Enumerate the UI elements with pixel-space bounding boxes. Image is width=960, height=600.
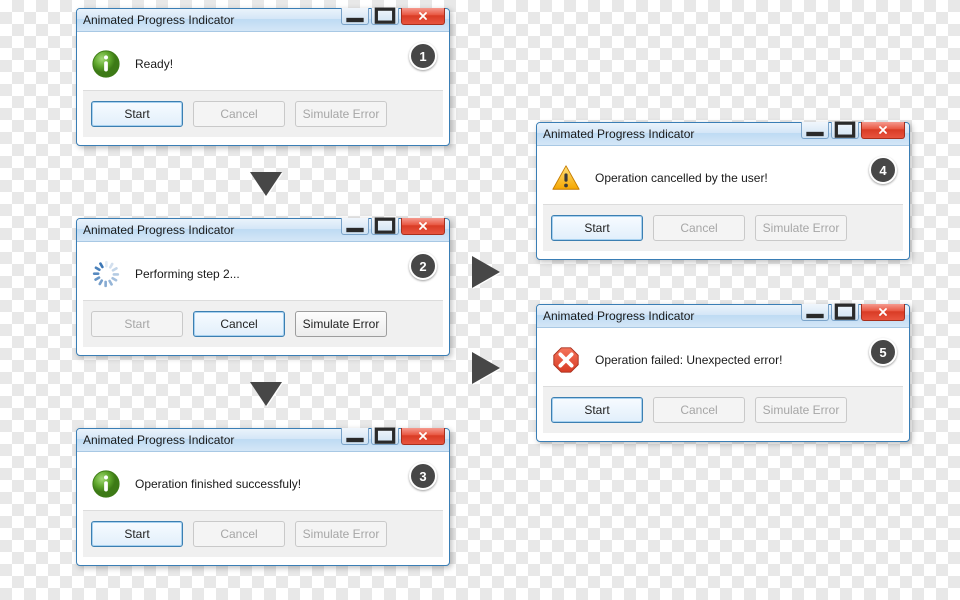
simulate-error-button: Simulate Error <box>755 215 847 241</box>
cancel-button[interactable]: Cancel <box>193 311 285 337</box>
status-message: Operation cancelled by the user! <box>595 171 768 185</box>
info-icon <box>91 469 121 499</box>
flow-arrow-down <box>248 170 284 200</box>
close-button[interactable] <box>861 304 905 321</box>
status-message: Operation finished successfuly! <box>135 477 301 491</box>
minimize-button[interactable] <box>801 122 829 139</box>
titlebar[interactable]: Animated Progress Indicator <box>77 9 449 32</box>
status-message: Operation failed: Unexpected error! <box>595 353 782 367</box>
close-button[interactable] <box>401 428 445 445</box>
state-number-badge: 3 <box>409 462 437 490</box>
window-title: Animated Progress Indicator <box>83 433 234 447</box>
button-row: Start Cancel Simulate Error <box>543 204 903 251</box>
client-area: Operation failed: Unexpected error! 5 Star… <box>537 328 909 441</box>
start-button[interactable]: Start <box>551 215 643 241</box>
state-number-badge: 4 <box>869 156 897 184</box>
simulate-error-button: Simulate Error <box>755 397 847 423</box>
content-area: Operation finished successfuly! 3 <box>83 458 443 510</box>
state-number-badge: 5 <box>869 338 897 366</box>
content-area: Operation failed: Unexpected error! 5 <box>543 334 903 386</box>
dialog-window-1: Animated Progress Indicator Ready! 1 Start C… <box>76 8 450 146</box>
client-area: Operation finished successfuly! 3 Start Can… <box>77 452 449 565</box>
button-row: Start Cancel Simulate Error <box>83 300 443 347</box>
minimize-button[interactable] <box>341 218 369 235</box>
maximize-button[interactable] <box>371 218 399 235</box>
content-area: Ready! 1 <box>83 38 443 90</box>
content-area: Performing step 2... 2 <box>83 248 443 300</box>
client-area: Operation cancelled by the user! 4 Start Ca… <box>537 146 909 259</box>
error-icon <box>551 345 581 375</box>
window-title: Animated Progress Indicator <box>83 13 234 27</box>
content-area: Operation cancelled by the user! 4 <box>543 152 903 204</box>
dialog-window-5: Animated Progress Indicator Operation fai… <box>536 304 910 442</box>
minimize-button[interactable] <box>341 8 369 25</box>
start-button[interactable]: Start <box>551 397 643 423</box>
maximize-button[interactable] <box>371 8 399 25</box>
cancel-button: Cancel <box>193 521 285 547</box>
minimize-button[interactable] <box>341 428 369 445</box>
cancel-button: Cancel <box>193 101 285 127</box>
state-number-badge: 2 <box>409 252 437 280</box>
close-button[interactable] <box>861 122 905 139</box>
titlebar[interactable]: Animated Progress Indicator <box>77 429 449 452</box>
window-title: Animated Progress Indicator <box>543 127 694 141</box>
start-button[interactable]: Start <box>91 101 183 127</box>
simulate-error-button[interactable]: Simulate Error <box>295 311 387 337</box>
state-number-badge: 1 <box>409 42 437 70</box>
dialog-window-4: Animated Progress Indicator Operation can… <box>536 122 910 260</box>
start-button[interactable]: Start <box>91 521 183 547</box>
flow-arrow-right <box>470 254 504 290</box>
client-area: Performing step 2... 2 Start Cancel Simulate… <box>77 242 449 355</box>
spinner-icon <box>91 259 121 289</box>
dialog-window-2: Animated Progress Indicator Performing st… <box>76 218 450 356</box>
maximize-button[interactable] <box>831 304 859 321</box>
titlebar[interactable]: Animated Progress Indicator <box>537 123 909 146</box>
maximize-button[interactable] <box>831 122 859 139</box>
client-area: Ready! 1 Start Cancel Simulate Error <box>77 32 449 145</box>
start-button: Start <box>91 311 183 337</box>
warn-icon <box>551 163 581 193</box>
button-row: Start Cancel Simulate Error <box>543 386 903 433</box>
dialog-window-3: Animated Progress Indicator Operation fin… <box>76 428 450 566</box>
simulate-error-button: Simulate Error <box>295 521 387 547</box>
button-row: Start Cancel Simulate Error <box>83 510 443 557</box>
maximize-button[interactable] <box>371 428 399 445</box>
status-message: Ready! <box>135 57 173 71</box>
close-button[interactable] <box>401 218 445 235</box>
cancel-button: Cancel <box>653 397 745 423</box>
status-message: Performing step 2... <box>135 267 240 281</box>
button-row: Start Cancel Simulate Error <box>83 90 443 137</box>
flow-arrow-right <box>470 350 504 386</box>
titlebar[interactable]: Animated Progress Indicator <box>77 219 449 242</box>
info-icon <box>91 49 121 79</box>
close-button[interactable] <box>401 8 445 25</box>
cancel-button: Cancel <box>653 215 745 241</box>
minimize-button[interactable] <box>801 304 829 321</box>
window-title: Animated Progress Indicator <box>543 309 694 323</box>
window-title: Animated Progress Indicator <box>83 223 234 237</box>
titlebar[interactable]: Animated Progress Indicator <box>537 305 909 328</box>
simulate-error-button: Simulate Error <box>295 101 387 127</box>
flow-arrow-down <box>248 380 284 410</box>
